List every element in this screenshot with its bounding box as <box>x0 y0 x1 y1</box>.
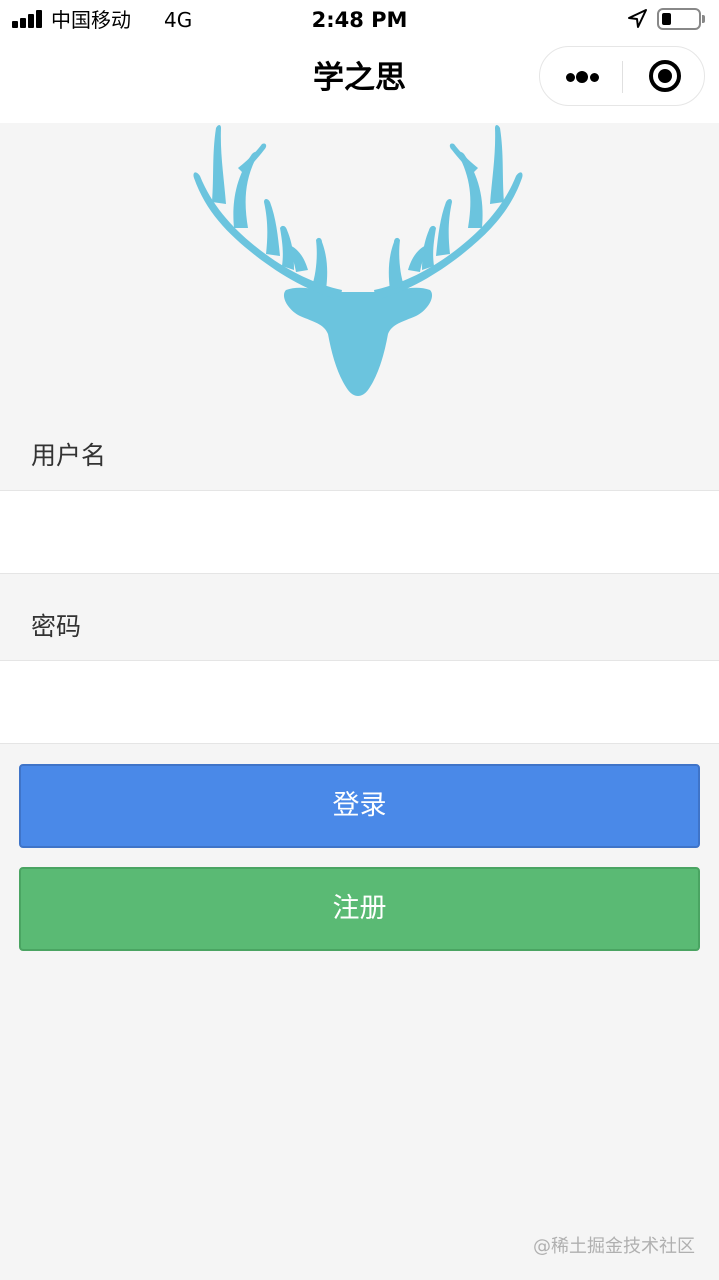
navigation-bar: 学之思 <box>0 40 719 123</box>
login-button[interactable]: 登录 <box>19 764 700 848</box>
battery-icon <box>657 8 701 30</box>
location-arrow-icon <box>628 9 647 28</box>
status-bar: 中国移动 4G 2:48 PM <box>0 0 719 40</box>
watermark: @稀土掘金技术社区 <box>533 1236 695 1257</box>
close-dot-icon <box>658 69 672 83</box>
password-label: 密码 <box>31 612 82 641</box>
more-dots-icon-center <box>576 71 588 83</box>
register-button[interactable]: 注册 <box>19 867 700 951</box>
battery-cap <box>702 15 705 23</box>
deer-antlers-icon <box>193 125 523 396</box>
more-dots-icon-right <box>590 73 599 82</box>
password-input[interactable] <box>0 660 719 744</box>
mini-program-capsule <box>539 46 705 106</box>
status-time: 2:48 PM <box>311 8 408 32</box>
username-label: 用户名 <box>31 441 107 470</box>
battery-level <box>662 13 671 25</box>
close-mini-program-button[interactable] <box>623 47 706 105</box>
more-options-button[interactable] <box>540 47 623 105</box>
more-dots-icon <box>566 73 575 82</box>
username-input[interactable] <box>0 490 719 574</box>
